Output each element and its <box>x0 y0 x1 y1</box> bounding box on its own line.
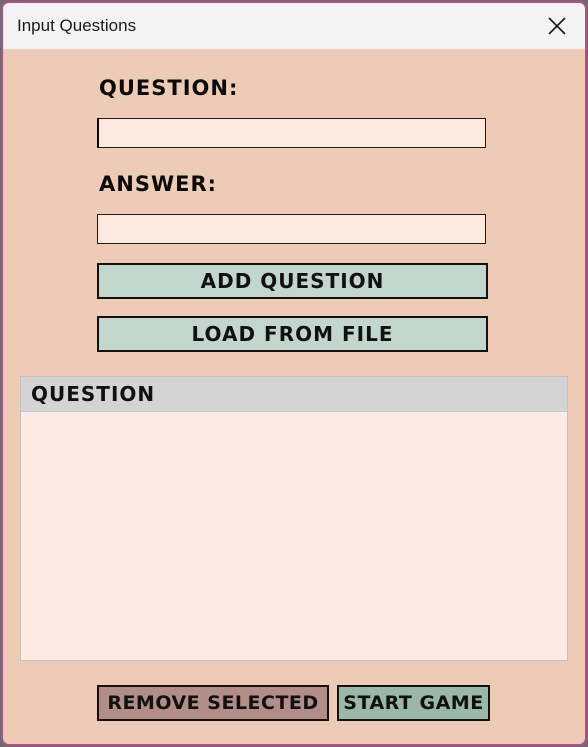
close-icon <box>548 17 566 35</box>
input-questions-window: Input Questions Question: Answer: Add Qu… <box>1 1 587 746</box>
add-question-button[interactable]: Add Question <box>97 263 488 299</box>
question-list[interactable]: Question <box>20 376 568 661</box>
window-title: Input Questions <box>17 16 137 35</box>
question-column-header[interactable]: Question <box>21 377 567 412</box>
close-button[interactable] <box>529 3 585 49</box>
answer-input[interactable] <box>97 214 486 244</box>
title-bar: Input Questions <box>3 3 585 49</box>
start-game-button[interactable]: Start Game <box>337 685 490 721</box>
load-from-file-button[interactable]: Load From File <box>97 316 488 352</box>
question-label: Question: <box>99 76 239 100</box>
answer-label: Answer: <box>99 172 218 196</box>
question-input[interactable] <box>97 118 486 148</box>
remove-selected-button[interactable]: Remove Selected <box>97 685 329 721</box>
